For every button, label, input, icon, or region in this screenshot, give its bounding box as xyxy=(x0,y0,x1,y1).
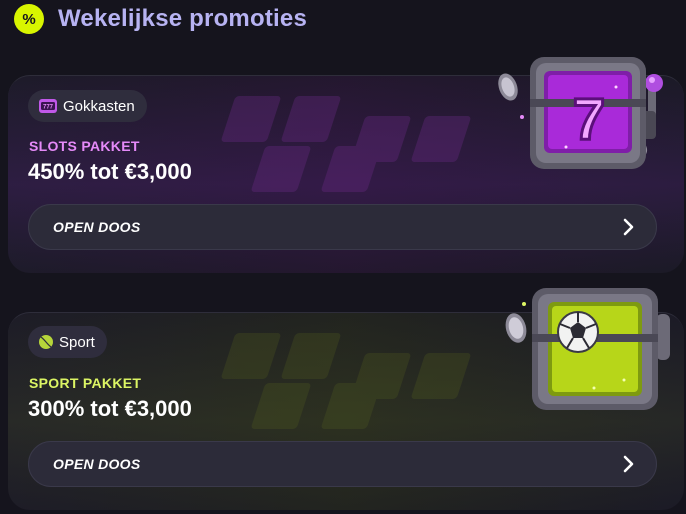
package-amount: 300% tot €3,000 xyxy=(28,396,192,421)
sport-treasure-chest-icon xyxy=(494,284,686,439)
slots-treasure-chest-icon: 7 xyxy=(486,47,682,202)
package-amount: 450% tot €3,000 xyxy=(28,159,192,184)
category-tag-sport[interactable]: Sport xyxy=(28,326,107,358)
category-tag-slots[interactable]: 777 Gokkasten xyxy=(28,90,147,122)
chevron-right-icon xyxy=(622,218,636,236)
svg-text:777: 777 xyxy=(43,105,54,111)
percent-badge-icon: % xyxy=(14,4,44,34)
slot-machine-icon: 777 xyxy=(38,98,58,114)
open-box-label: OPEN DOOS xyxy=(53,219,141,235)
chevron-right-icon xyxy=(622,455,636,473)
decorative-stripes xyxy=(188,86,518,196)
decorative-stripes xyxy=(188,323,518,433)
svg-text:7: 7 xyxy=(573,87,605,152)
open-box-label: OPEN DOOS xyxy=(53,456,141,472)
category-tag-label: Gokkasten xyxy=(63,97,135,115)
package-title: SLOTS PAKKET xyxy=(29,138,140,154)
page-title: Wekelijkse promoties xyxy=(58,5,307,32)
promotions-header: % Wekelijkse promoties xyxy=(14,4,307,34)
open-box-button[interactable]: OPEN DOOS xyxy=(28,204,657,250)
open-box-button[interactable]: OPEN DOOS xyxy=(28,441,657,487)
tennis-ball-icon xyxy=(38,334,54,350)
weekly-promotions-page: % Wekelijkse promoties 777 Gokkasten SLO… xyxy=(0,0,686,514)
package-title: SPORT PAKKET xyxy=(29,375,142,391)
category-tag-label: Sport xyxy=(59,333,95,351)
promo-card-sport: Sport SPORT PAKKET 300% tot €3,000 OPEN … xyxy=(8,288,684,510)
promo-card-slots: 777 Gokkasten SLOTS PAKKET 450% tot €3,0… xyxy=(8,57,684,273)
